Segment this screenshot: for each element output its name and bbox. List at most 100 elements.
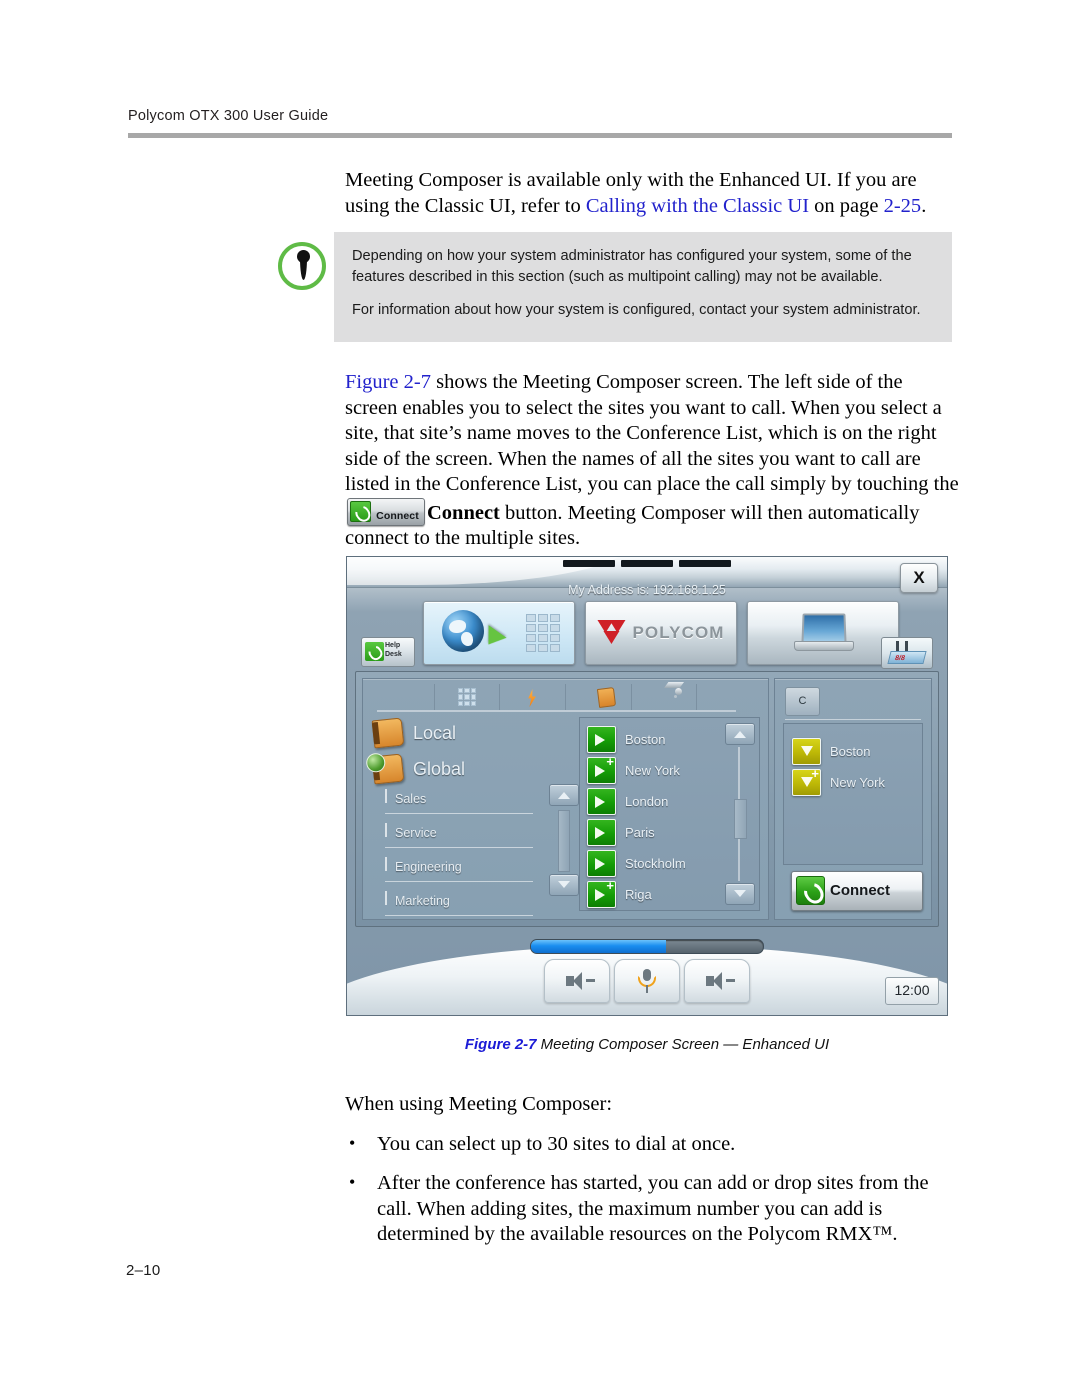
list-item[interactable]: Stockholm <box>587 850 717 877</box>
list-item[interactable]: Paris <box>587 819 717 846</box>
volume-slider[interactable] <box>530 939 764 954</box>
camera-tab[interactable] <box>632 684 698 710</box>
directory-roots: Local Global <box>371 717 553 791</box>
speed-dial-tab[interactable] <box>500 684 567 710</box>
green-dial-icon[interactable] <box>587 726 616 753</box>
site-name: New York <box>625 763 680 778</box>
polycom-brand-tile[interactable]: POLYCOM <box>585 601 737 665</box>
calendar-button[interactable]: 8/8 <box>881 637 933 669</box>
yellow-drop-icon[interactable] <box>792 738 821 765</box>
green-dial-icon[interactable] <box>587 850 616 877</box>
inline-connect-button[interactable]: Connect <box>347 497 425 526</box>
meeting-composer-figure: X My Address is: 192.168.1.25 Help Desk P… <box>346 556 948 1016</box>
directory-local[interactable]: Local <box>371 717 553 749</box>
group-label: Marketing <box>395 894 450 908</box>
globe-icon <box>442 610 484 652</box>
connect-button[interactable]: Connect <box>791 871 923 911</box>
group-label: Engineering <box>395 860 462 874</box>
list-item[interactable]: London <box>587 788 717 815</box>
directory-local-label: Local <box>413 722 457 743</box>
help-desk-button[interactable]: Help Desk <box>361 637 415 667</box>
list-item[interactable]: Boston <box>792 738 914 765</box>
keypad-icon <box>526 614 560 652</box>
list-item[interactable]: New York <box>792 767 914 796</box>
volume-up-key[interactable] <box>684 959 750 1003</box>
laptop-content-tile[interactable] <box>747 601 899 665</box>
connect-button-label: Connect <box>830 882 890 899</box>
group-item-sales[interactable]: Sales <box>385 787 533 814</box>
site-scroll-thumb[interactable] <box>734 799 747 840</box>
group-scroll-thumb[interactable] <box>558 810 570 872</box>
intro-line-2-suffix: . <box>921 194 927 217</box>
directory-global[interactable]: Global <box>371 753 553 785</box>
figure-caption-number: Figure 2-7 <box>464 1036 537 1053</box>
group-label: Sales <box>395 792 427 806</box>
group-scroll-up-button[interactable] <box>549 784 579 806</box>
site-scroll-down-button[interactable] <box>725 883 755 905</box>
laptop-icon <box>794 613 854 653</box>
blank-tab[interactable] <box>369 684 435 710</box>
volume-down-key[interactable] <box>544 959 610 1003</box>
figure-2-7-link[interactable]: Figure 2-7 <box>345 371 431 393</box>
place-a-call-tile[interactable] <box>423 601 575 665</box>
group-scrollbar[interactable] <box>549 784 579 896</box>
clock-display: 12:00 <box>885 977 939 1005</box>
speaker-slots <box>563 560 731 567</box>
list-item[interactable]: Riga <box>587 879 717 908</box>
intro-paragraph: Meeting Composer is available only with … <box>345 168 955 219</box>
list-item[interactable]: Boston <box>587 726 717 753</box>
top-tile-row: Help Desk POLYCOM 8/8 <box>357 601 937 669</box>
green-dial-plus-icon[interactable] <box>587 755 616 784</box>
closing-bullet-list: You can select up to 30 sites to dial at… <box>345 1131 960 1248</box>
caution-pin-head <box>296 250 310 263</box>
page-number: 2–10 <box>126 1262 161 1279</box>
group-label: Service <box>395 826 437 840</box>
help-desk-label: Help Desk <box>385 642 402 658</box>
group-item-marketing[interactable]: Marketing <box>385 889 533 916</box>
conference-tab[interactable]: C <box>785 687 820 716</box>
directory-tab-row <box>369 684 762 710</box>
microphone-icon <box>638 969 656 993</box>
tab-row-underline <box>377 710 736 712</box>
page-header: Polycom OTX 300 User Guide <box>128 108 952 138</box>
yellow-drop-plus-icon[interactable] <box>792 767 821 796</box>
group-scroll-down-button[interactable] <box>549 874 579 896</box>
address-book-icon <box>597 687 617 708</box>
connect-phone-icon <box>350 500 371 522</box>
page-2-25-link[interactable]: 2-25 <box>884 195 922 217</box>
mute-key[interactable] <box>614 959 680 1003</box>
blank-tab-2[interactable] <box>697 684 762 710</box>
site-name: Paris <box>625 825 655 840</box>
site-name: Boston <box>625 732 666 747</box>
keypad-icon <box>458 688 476 706</box>
connect-bold-word: Connect <box>427 501 500 524</box>
intro-line-2-mid: on page <box>809 194 884 217</box>
list-item[interactable]: New York <box>587 755 717 784</box>
work-area: Local Global Sales Service Engineering M… <box>355 671 939 927</box>
site-list: Boston New York London Paris <box>587 726 717 912</box>
site-name: Stockholm <box>625 856 686 871</box>
green-dial-icon[interactable] <box>587 819 616 846</box>
conference-list: Boston New York <box>792 738 914 800</box>
group-item-service[interactable]: Service <box>385 821 533 848</box>
green-dial-icon[interactable] <box>587 788 616 815</box>
running-head: Polycom OTX 300 User Guide <box>128 108 329 124</box>
classic-ui-link[interactable]: Calling with the Classic UI <box>586 195 809 217</box>
list-item: You can select up to 30 sites to dial at… <box>345 1131 960 1158</box>
volume-slider-fill <box>531 940 666 953</box>
green-dial-plus-icon[interactable] <box>587 879 616 908</box>
site-name: Riga <box>625 887 652 902</box>
figure-caption-text: Meeting Composer Screen — Enhanced UI <box>536 1036 830 1053</box>
conference-tab-rule <box>785 719 921 720</box>
site-scroll-up-button[interactable] <box>725 723 755 745</box>
keypad-tab[interactable] <box>435 684 501 710</box>
directory-tab[interactable] <box>566 684 632 710</box>
figure-para-before: shows the Meeting Composer screen. The l… <box>345 371 959 495</box>
conference-entry-name: New York <box>830 775 885 790</box>
site-list-scrollbar[interactable] <box>725 723 755 905</box>
caution-pin-icon <box>272 238 334 300</box>
site-name: London <box>625 794 669 809</box>
help-desk-phone-icon <box>365 642 384 661</box>
group-item-engineering[interactable]: Engineering <box>385 855 533 882</box>
note-callout: Depending on how your system administrat… <box>272 232 952 342</box>
